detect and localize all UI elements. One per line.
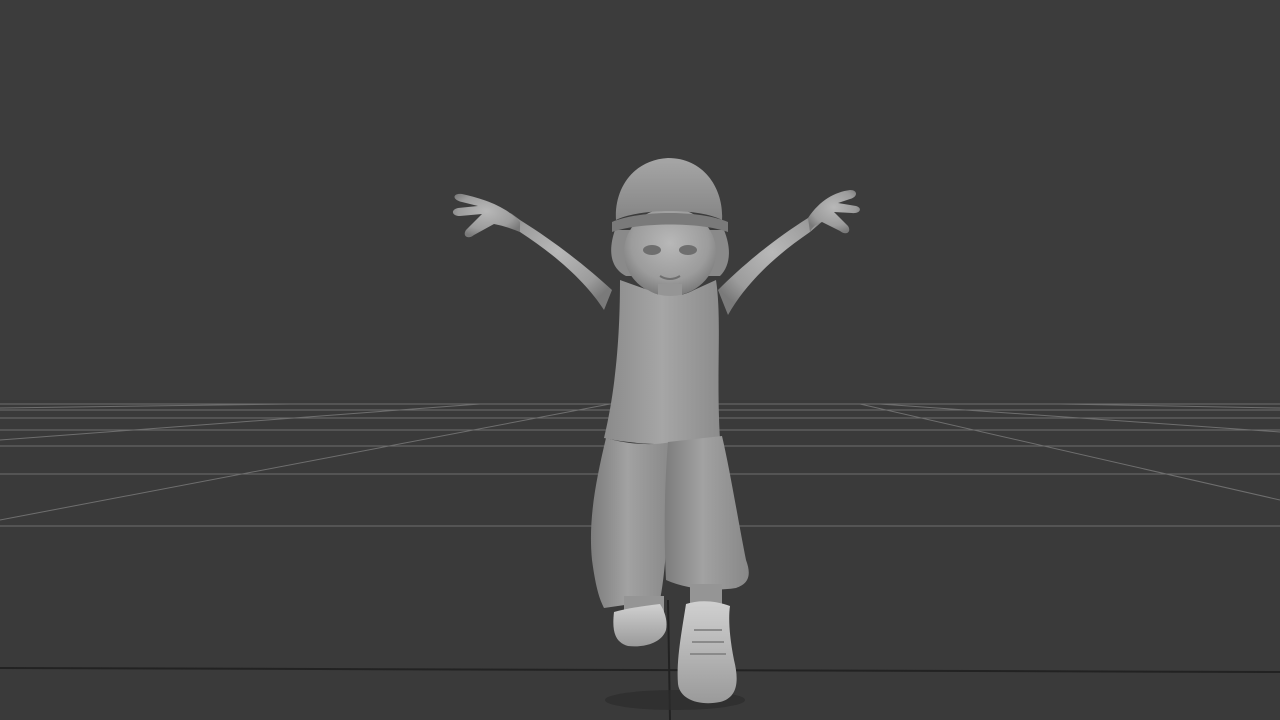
left-eye: [643, 245, 661, 255]
3d-viewport[interactable]: [0, 0, 1280, 720]
viewport-scene[interactable]: [0, 0, 1280, 720]
tank-top[interactable]: [604, 280, 720, 445]
right-eye: [679, 245, 697, 255]
pants-left-leg[interactable]: [590, 438, 672, 608]
right-shoe[interactable]: [677, 601, 737, 704]
